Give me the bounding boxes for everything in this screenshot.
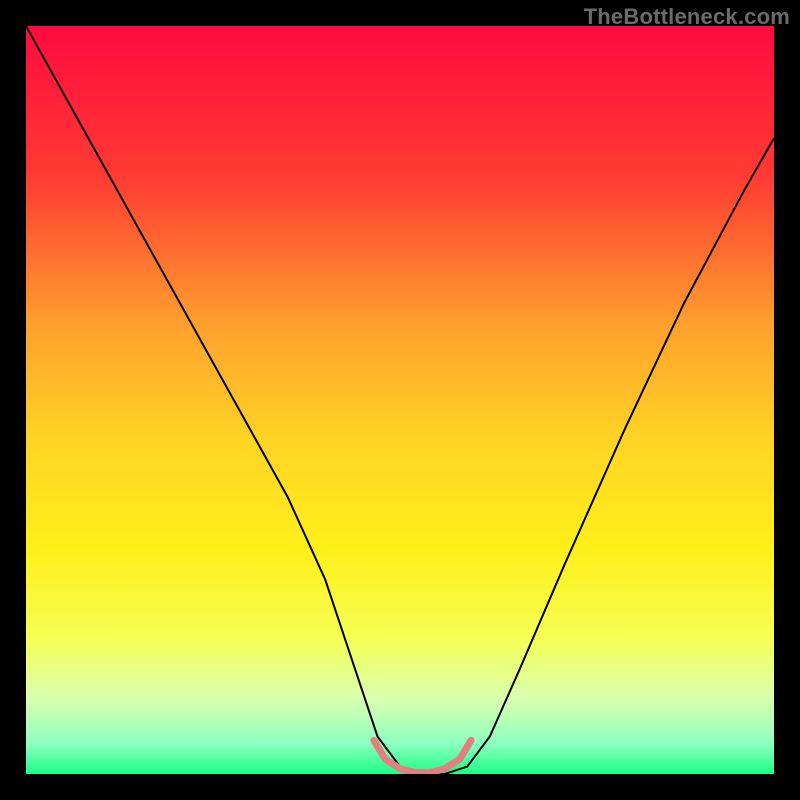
outer-frame: TheBottleneck.com — [0, 0, 800, 800]
gradient-background — [26, 26, 774, 774]
watermark-text: TheBottleneck.com — [584, 4, 790, 30]
plot-area — [26, 26, 774, 774]
chart-svg — [26, 26, 774, 774]
